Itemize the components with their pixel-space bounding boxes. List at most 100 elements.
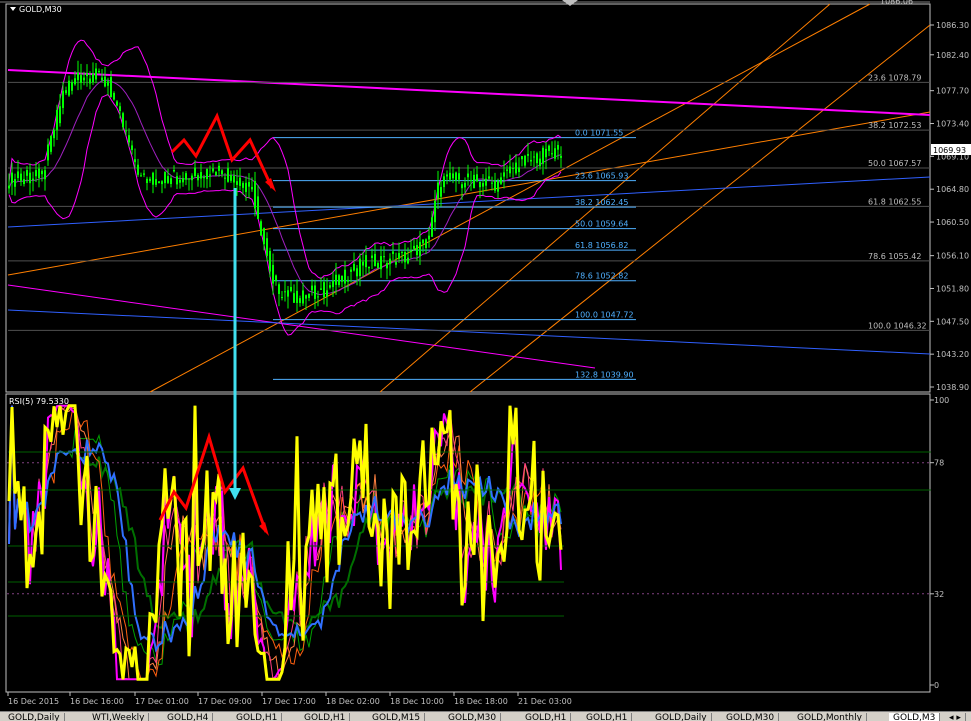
candle-body [524, 155, 526, 166]
candle-body [326, 290, 328, 297]
candle-body [464, 182, 466, 188]
candle-body [374, 253, 376, 267]
candle-body [527, 153, 529, 156]
candle-body [218, 165, 220, 171]
candle-body [410, 250, 412, 253]
candle-body [245, 182, 247, 192]
candle-body [485, 178, 487, 186]
candle-body [47, 144, 49, 161]
candle-body [23, 179, 25, 185]
candle-body [119, 106, 121, 112]
rsi-tick-label: 0 [934, 681, 939, 690]
candle-body [536, 153, 538, 164]
fib-upper-label: 61.8 1062.55 [868, 197, 921, 206]
candle-body [401, 251, 403, 253]
candle-body [68, 80, 70, 96]
time-tick-label: 18 Dec 02:00 [326, 697, 380, 706]
candle-body [248, 182, 250, 187]
candle-body [146, 178, 148, 184]
candle-body [116, 101, 118, 106]
candle-body [548, 145, 550, 151]
candle-body [551, 153, 553, 155]
time-tick-label: 17 Dec 17:00 [262, 697, 316, 706]
candle-body [302, 290, 304, 304]
candle-body [125, 130, 127, 132]
candle-body [188, 178, 190, 180]
candle-body [173, 170, 175, 172]
time-tick-label: 21 Dec 03:00 [518, 697, 572, 706]
price-tick-label: 1064.80 [936, 185, 969, 194]
candle-body [32, 178, 34, 181]
candle-body [344, 269, 346, 284]
rsi-tick-label: 100 [934, 396, 949, 405]
candle-body [272, 264, 274, 284]
candle-body [212, 168, 214, 172]
price-tick-label: 1073.40 [936, 120, 969, 129]
candle-body [371, 255, 373, 258]
candle-body [164, 172, 166, 184]
candle-body [305, 295, 307, 299]
candle-body [512, 168, 514, 170]
candle-body [95, 68, 97, 80]
candle-body [206, 168, 208, 180]
candle-body [497, 180, 499, 192]
time-tick-label: 16 Dec 16:00 [70, 697, 124, 706]
candle-body [251, 186, 253, 190]
candle-body [209, 174, 211, 176]
candle-body [131, 145, 133, 151]
candle-body [86, 73, 88, 77]
candle-body [329, 285, 331, 288]
candle-body [350, 269, 352, 272]
candle-body [167, 176, 169, 183]
candle-body [296, 290, 298, 303]
candle-body [320, 288, 322, 290]
price-tick-label: 1043.20 [936, 350, 969, 359]
price-tick-label: 1082.40 [936, 51, 969, 60]
time-tick-label: 18 Dec 10:00 [390, 697, 444, 706]
candle-body [104, 76, 106, 87]
candle-body [425, 239, 427, 248]
candle-body [332, 280, 334, 288]
candle-body [539, 158, 541, 167]
candle-body [191, 175, 193, 181]
candle-body [230, 175, 232, 181]
candle-body [443, 176, 445, 188]
candle-body [347, 279, 349, 282]
candle-body [287, 290, 289, 297]
candle-body [545, 148, 547, 158]
candle-body [530, 159, 532, 162]
candle-body [143, 173, 145, 175]
candle-body [89, 78, 91, 84]
candle-body [20, 173, 22, 181]
candle-body [440, 187, 442, 197]
candle-body [503, 172, 505, 177]
rsi-tick-label: 78 [934, 459, 944, 468]
symbol-label: GOLD,M30 [19, 5, 62, 14]
price-tick-label: 1077.70 [936, 87, 969, 96]
candle-body [353, 263, 355, 271]
candle-body [449, 172, 451, 180]
fib-lower-label: 23.6 1065.93 [575, 172, 628, 181]
fib-lower-label: 78.6 1052.82 [575, 272, 628, 281]
candle-body [215, 171, 217, 176]
candle-body [11, 172, 13, 183]
candle-body [437, 182, 439, 199]
candle-body [413, 245, 415, 249]
fib-lower-label: 38.2 1062.45 [575, 198, 628, 207]
fib-lower-label: 132.8 1039.90 [575, 370, 634, 379]
candle-body [386, 263, 388, 269]
candle-body [161, 181, 163, 185]
candle-body [233, 175, 235, 183]
candle-body [179, 179, 181, 183]
candle-body [257, 196, 259, 219]
candle-body [140, 175, 142, 177]
candle-body [50, 135, 52, 152]
candle-body [356, 268, 358, 277]
candle-body [299, 298, 301, 303]
candle-body [560, 155, 562, 158]
current-price: 1069.93 [933, 146, 966, 155]
price-tick-label: 1060.50 [936, 218, 969, 227]
candle-body [122, 113, 124, 128]
candle-body [194, 167, 196, 177]
fib-upper-label: 23.6 1078.79 [868, 73, 921, 82]
